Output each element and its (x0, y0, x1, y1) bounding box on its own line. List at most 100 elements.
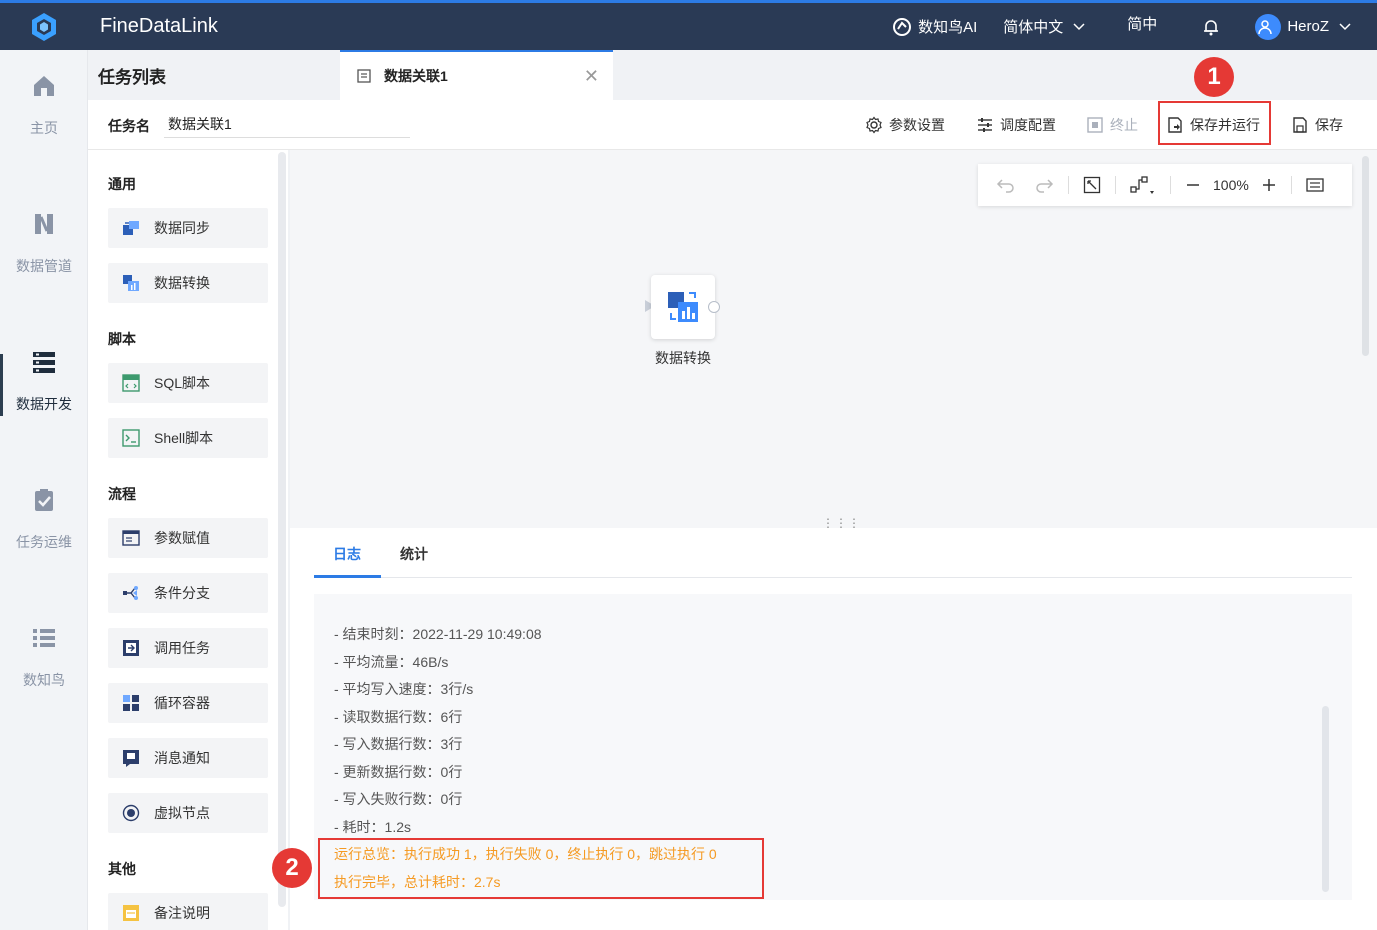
component-label: 备注说明 (154, 905, 210, 921)
component-loop-container[interactable]: 循环容器 (108, 683, 268, 723)
document-icon (357, 69, 371, 83)
branch-icon (122, 584, 140, 602)
component-label: Shell脚本 (154, 430, 214, 446)
component-call-task[interactable]: 调用任务 (108, 628, 268, 668)
group-title-script: 脚本 (108, 331, 136, 347)
keyboard-icon[interactable] (1306, 178, 1324, 192)
component-panel: 通用 数据同步 数据转换 脚本 SQL脚本 Shell脚本 流程 参数赋值 条件… (88, 150, 288, 930)
canvas-node-data-transform[interactable] (651, 275, 715, 339)
toolbar-divider (1068, 176, 1069, 194)
username: HeroZ (1287, 18, 1329, 35)
gear-icon (866, 116, 882, 134)
tab-label: 数据关联1 (384, 68, 448, 84)
canvas-scrollbar[interactable] (1362, 156, 1369, 356)
log-line: - 平均写入速度：3行/s (334, 681, 474, 697)
log-line: - 结束时刻：2022-11-29 10:49:08 (334, 626, 542, 642)
user-icon (1258, 19, 1273, 34)
canvas-toolbar: 100% (978, 164, 1352, 206)
data-transform-node-icon (668, 292, 698, 322)
component-sql-script[interactable]: SQL脚本 (108, 363, 268, 403)
component-label: 数据同步 (154, 220, 210, 236)
zoom-level: 100% (1213, 177, 1249, 193)
script-toggle[interactable]: 简中 (1127, 13, 1157, 34)
schedule-button[interactable]: 调度配置 (976, 115, 1056, 135)
component-param-assign[interactable]: 参数赋值 (108, 518, 268, 558)
home-icon (30, 72, 58, 100)
tab-log[interactable]: 日志 (333, 544, 361, 564)
component-label: 参数赋值 (154, 530, 210, 546)
zoom-in-icon[interactable] (1261, 177, 1277, 193)
component-label: 消息通知 (154, 750, 210, 766)
sql-script-icon (122, 374, 140, 392)
task-name-label: 任务名 (108, 118, 150, 134)
log-line: - 读取数据行数：6行 (334, 709, 463, 725)
ops-icon (30, 486, 58, 514)
tab-stats[interactable]: 统计 (400, 544, 428, 564)
redo-icon[interactable] (1034, 177, 1054, 193)
save-button[interactable]: 保存 (1291, 115, 1343, 135)
language-label: 简体中文 (1003, 19, 1064, 36)
save-icon (1293, 117, 1307, 133)
component-note[interactable]: 备注说明 (108, 893, 268, 930)
node-output-port[interactable] (708, 301, 720, 313)
nav-label: 数据开发 (16, 396, 72, 412)
component-condition-branch[interactable]: 条件分支 (108, 573, 268, 613)
component-shell-script[interactable]: Shell脚本 (108, 418, 268, 458)
toolbar-divider (1290, 176, 1292, 194)
data-sync-icon (122, 219, 140, 237)
fit-view-icon[interactable] (1083, 176, 1101, 194)
language-dropdown[interactable]: 简体中文 (1003, 16, 1087, 37)
close-icon[interactable]: ✕ (584, 66, 599, 87)
log-scrollbar[interactable] (1322, 706, 1329, 892)
toolbar-divider (1170, 176, 1171, 194)
shell-script-icon (122, 429, 140, 447)
ai-assistant-button[interactable]: 数知鸟AI (892, 16, 977, 37)
nav-item-list[interactable]: 数知鸟 (0, 602, 88, 712)
nav-label: 主页 (30, 120, 58, 136)
component-message-notify[interactable]: 消息通知 (108, 738, 268, 778)
avatar (1255, 13, 1282, 40)
group-title-flow: 流程 (108, 486, 136, 502)
highlight-box-summary (318, 838, 764, 899)
bell-icon (1204, 19, 1219, 35)
design-canvas[interactable] (290, 150, 1377, 528)
component-data-transform[interactable]: 数据转换 (108, 263, 268, 303)
highlight-box-save-run (1158, 101, 1271, 145)
save-label: 保存 (1315, 117, 1343, 133)
notification-button[interactable] (1201, 17, 1227, 37)
nav-item-ops[interactable]: 任务运维 (0, 464, 88, 574)
schedule-label: 调度配置 (1000, 117, 1056, 133)
layout-icon[interactable] (1130, 175, 1156, 195)
user-menu[interactable]: HeroZ (1255, 13, 1353, 40)
nav-item-pipeline[interactable]: 数据管道 (0, 188, 88, 298)
tab-task[interactable]: 数据关联1 ✕ (340, 50, 613, 100)
message-icon (122, 749, 140, 767)
panel-scrollbar[interactable] (278, 152, 286, 907)
panel-splitter-handle[interactable]: ⋮⋮⋮ (822, 517, 861, 529)
zoom-out-icon[interactable] (1185, 177, 1201, 193)
task-name-input[interactable] (164, 110, 410, 138)
note-icon (122, 904, 140, 922)
bird-icon (893, 17, 912, 36)
component-virtual-node[interactable]: 虚拟节点 (108, 793, 268, 833)
step-marker-1: 1 (1194, 57, 1234, 97)
stop-button[interactable]: 终止 (1086, 115, 1138, 135)
undo-icon[interactable] (996, 177, 1016, 193)
stop-label: 终止 (1110, 117, 1138, 133)
params-button[interactable]: 参数设置 (865, 115, 945, 135)
component-label: 条件分支 (154, 585, 210, 601)
canvas-node-label: 数据转换 (655, 350, 711, 366)
component-label: 数据转换 (154, 275, 210, 291)
nav-item-home[interactable]: 主页 (0, 50, 88, 160)
app-logo-icon[interactable] (0, 3, 88, 50)
param-assign-icon (122, 529, 140, 547)
left-nav: 主页 数据管道 数据开发 任务运维 数知鸟 (0, 50, 88, 930)
component-label: 循环容器 (154, 695, 210, 711)
component-data-sync[interactable]: 数据同步 (108, 208, 268, 248)
data-transform-icon (122, 274, 140, 292)
log-line: - 耗时：1.2s (334, 819, 412, 835)
nav-label: 任务运维 (16, 534, 72, 550)
nav-item-dev[interactable]: 数据开发 (0, 326, 88, 436)
active-tab-indicator (314, 575, 381, 578)
call-task-icon (122, 639, 140, 657)
